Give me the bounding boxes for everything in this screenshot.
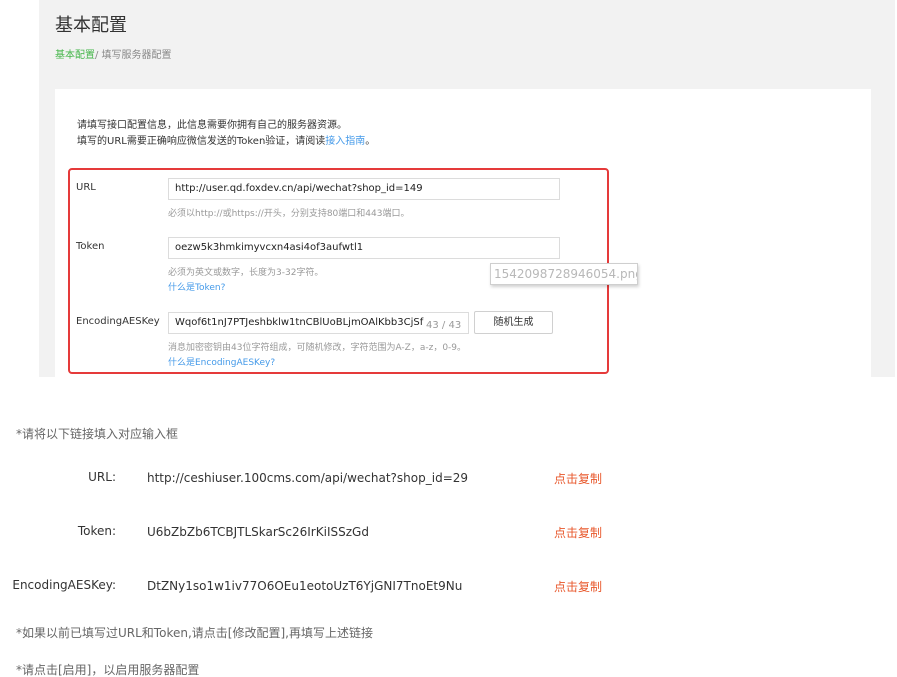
filename-tooltip: 1542098728946054.png xyxy=(490,263,638,285)
config-screenshot: 基本配置 基本配置/ 填写服务器配置 请填写接口配置信息，此信息需要你拥有自己的… xyxy=(39,0,895,377)
aes-input[interactable]: Wqof6t1nJ7PTJeshbklw1tnCBlUoBLjmOAlKbb3C… xyxy=(168,312,469,334)
instructions-note-modify: *如果以前已填写过URL和Token,请点击[修改配置],再填写上述链接 xyxy=(16,626,373,640)
config-intro: 请填写接口配置信息，此信息需要你拥有自己的服务器资源。 填写的URL需要正确响应… xyxy=(77,118,375,150)
url-label: URL xyxy=(76,182,96,193)
aes-hint: 消息加密密钥由43位字符组成，可随机修改，字符范围为A-Z，a-z，0-9。 xyxy=(168,343,467,353)
breadcrumb-current: / 填写服务器配置 xyxy=(95,50,172,61)
copy-row-aes-label: EncodingAESKey: xyxy=(12,578,116,592)
what-is-aes-key-link[interactable]: 什么是EncodingAESKey? xyxy=(168,355,275,368)
token-hint: 必须为英文或数字，长度为3-32字符。 xyxy=(168,268,324,278)
random-generate-button[interactable]: 随机生成 xyxy=(474,311,553,334)
instructions-intro: *请将以下链接填入对应输入框 xyxy=(16,427,179,441)
copy-token-button[interactable]: 点击复制 xyxy=(554,524,602,541)
aes-char-counter: 43 / 43 xyxy=(426,320,462,331)
copy-aes-button[interactable]: 点击复制 xyxy=(554,578,602,595)
token-label: Token xyxy=(76,241,105,252)
url-input[interactable]: http://user.qd.foxdev.cn/api/wechat?shop… xyxy=(168,178,560,200)
breadcrumb-basic-config[interactable]: 基本配置 xyxy=(55,50,95,61)
url-hint: 必须以http://或https://开头，分别支持80端口和443端口。 xyxy=(168,209,410,219)
access-guide-link[interactable]: 接入指南 xyxy=(325,136,365,147)
copy-row-token-label: Token: xyxy=(77,524,116,538)
what-is-token-link[interactable]: 什么是Token? xyxy=(168,280,225,293)
copy-row-url-value: http://ceshiuser.100cms.com/api/wechat?s… xyxy=(147,471,469,485)
intro-line-1: 请填写接口配置信息，此信息需要你拥有自己的服务器资源。 xyxy=(77,120,347,131)
intro-line-2: 填写的URL需要正确响应微信发送的Token验证，请阅读接入指南。 xyxy=(77,136,376,147)
copy-url-button[interactable]: 点击复制 xyxy=(554,470,602,487)
page-title: 基本配置 xyxy=(55,15,127,36)
aes-label: EncodingAESKey xyxy=(76,316,160,327)
copy-row-url-label: URL: xyxy=(88,470,116,484)
copy-row-token-value: U6bZbZb6TCBJTLSkarSc26IrKiISSzGd xyxy=(147,525,369,539)
instructions-note-enable: *请点击[启用]，以启用服务器配置 xyxy=(16,663,200,677)
breadcrumb: 基本配置/ 填写服务器配置 xyxy=(55,46,172,61)
token-input[interactable]: oezw5k3hmkimyvcxn4asi4of3aufwtl1 xyxy=(168,237,560,259)
copy-row-aes-value: DtZNy1so1w1iv77O6OEu1eotoUzT6YjGNI7TnoEt… xyxy=(147,579,463,593)
